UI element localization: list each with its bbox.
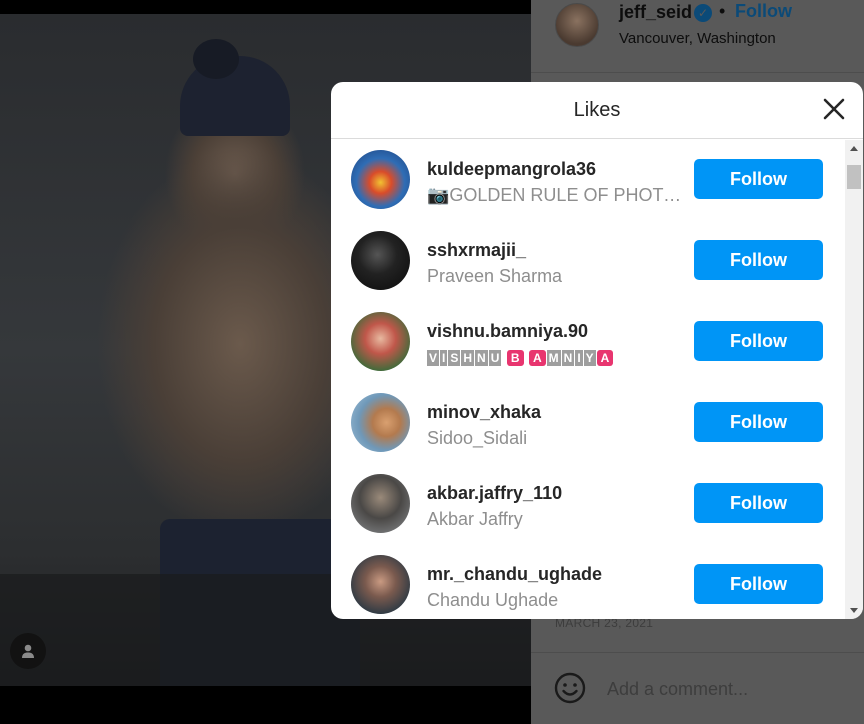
- likes-list-scrollbar[interactable]: [845, 140, 863, 619]
- scroll-down-icon[interactable]: [845, 602, 863, 619]
- avatar[interactable]: [351, 555, 410, 614]
- liker-fullname: Akbar Jaffry: [427, 509, 523, 529]
- separator-dot: •: [719, 1, 726, 21]
- liker-username[interactable]: vishnu.bamniya.90: [427, 321, 588, 342]
- follow-author-button[interactable]: Follow: [735, 1, 792, 22]
- likes-dialog: Likes kuldeepmangrola36 📷GOLDEN RULE OF …: [331, 82, 863, 619]
- user-icon: [22, 644, 34, 658]
- post-image-pompom: [193, 39, 239, 79]
- post-location[interactable]: Vancouver, Washington: [619, 30, 776, 47]
- likes-dialog-header: Likes: [331, 82, 863, 139]
- overlay-bottom: [0, 686, 531, 724]
- avatar[interactable]: [351, 474, 410, 533]
- comment-input[interactable]: [607, 676, 837, 702]
- liker-username[interactable]: minov_xhaka: [427, 402, 541, 423]
- liker-username[interactable]: sshxrmajii_: [427, 240, 526, 261]
- list-item: mr._chandu_ughade Chandu Ughade Follow: [331, 545, 845, 619]
- liker-username[interactable]: kuldeepmangrola36: [427, 159, 596, 180]
- follow-button[interactable]: Follow: [694, 402, 823, 442]
- follow-button[interactable]: Follow: [694, 240, 823, 280]
- list-item: akbar.jaffry_110 Akbar Jaffry Follow: [331, 464, 845, 545]
- smiley-icon: [554, 672, 586, 704]
- liker-username[interactable]: akbar.jaffry_110: [427, 483, 562, 504]
- emoji-button[interactable]: [553, 671, 587, 710]
- liker-fullname-styled: VISHNU B AMNIYA: [427, 349, 614, 367]
- verified-icon: ✓: [694, 4, 712, 22]
- liker-fullname: Praveen Sharma: [427, 266, 563, 286]
- likes-dialog-title: Likes: [573, 98, 621, 121]
- follow-button[interactable]: Follow: [694, 564, 823, 604]
- liker-username[interactable]: mr._chandu_ughade: [427, 564, 602, 585]
- scroll-thumb[interactable]: [847, 165, 861, 189]
- liker-fullname: 📷GOLDEN RULE OF PHOTOGRAPHY: [427, 185, 687, 205]
- list-item: sshxrmajii_ Praveen Sharma Follow: [331, 221, 845, 302]
- likes-list[interactable]: kuldeepmangrola36 📷GOLDEN RULE OF PHOTOG…: [331, 140, 845, 619]
- header-divider: [531, 72, 864, 73]
- avatar[interactable]: [351, 393, 410, 452]
- liker-fullname: Sidoo_Sidali: [427, 428, 528, 448]
- follow-button[interactable]: Follow: [694, 159, 823, 199]
- list-item: kuldeepmangrola36 📷GOLDEN RULE OF PHOTOG…: [331, 140, 845, 221]
- close-icon[interactable]: [821, 96, 847, 122]
- follow-button[interactable]: Follow: [694, 483, 823, 523]
- list-item: vishnu.bamniya.90 VISHNU B AMNIYA Follow: [331, 302, 845, 383]
- liker-fullname: Chandu Ughade: [427, 590, 559, 610]
- avatar[interactable]: [351, 231, 410, 290]
- tagged-users-button[interactable]: [10, 633, 46, 669]
- scroll-up-icon[interactable]: [845, 140, 863, 157]
- overlay-top: [0, 0, 531, 14]
- avatar[interactable]: [351, 150, 410, 209]
- author-username[interactable]: jeff_seid: [619, 2, 692, 23]
- follow-button[interactable]: Follow: [694, 321, 823, 361]
- list-item: minov_xhaka Sidoo_Sidali Follow: [331, 383, 845, 464]
- author-avatar[interactable]: [555, 3, 599, 47]
- avatar[interactable]: [351, 312, 410, 371]
- comment-divider: [531, 652, 864, 653]
